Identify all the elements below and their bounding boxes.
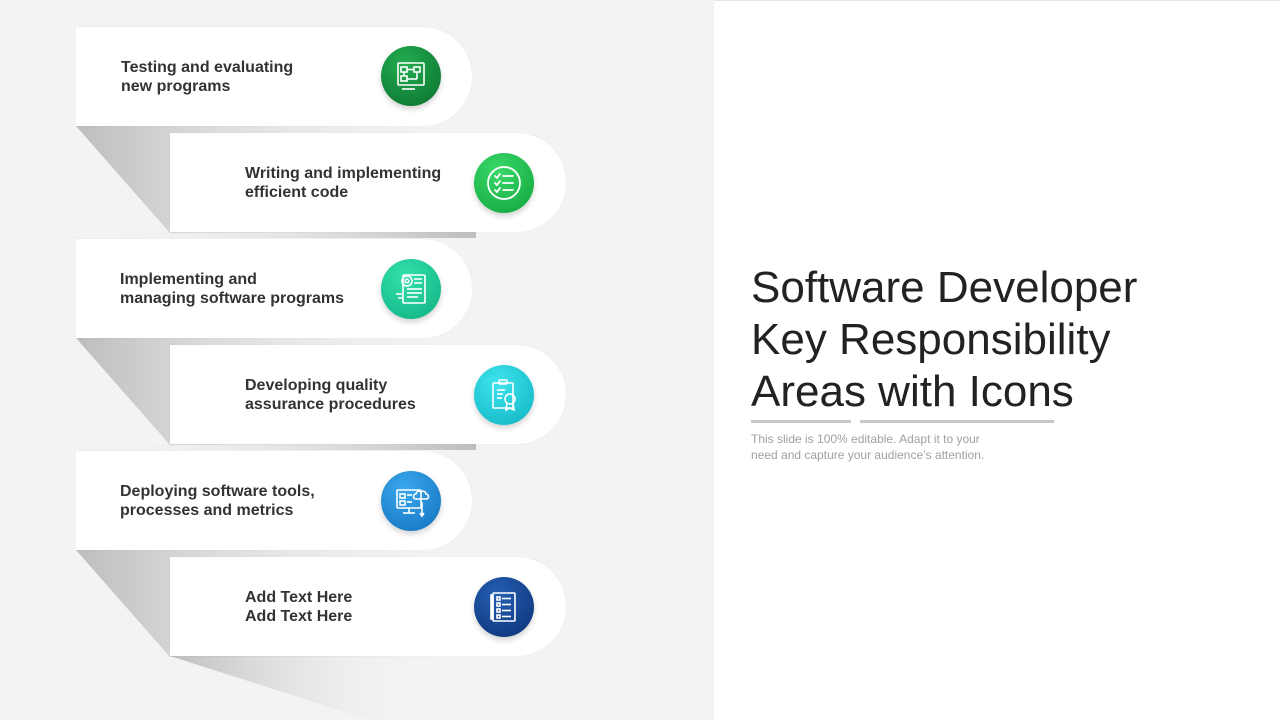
monitor-cloud-icon <box>381 471 441 531</box>
card-text-line2: managing software programs <box>120 290 345 307</box>
quality-badge-icon <box>474 365 534 425</box>
responsibility-card: Add Text Here Add Text Here <box>170 557 566 656</box>
responsibility-card: Writing and implementing efficient code <box>170 133 566 232</box>
card-text-line2: efficient code <box>245 184 349 201</box>
page-title: Software Developer Key Responsibility Ar… <box>751 262 1231 418</box>
responsibility-card: Testing and evaluating new programs <box>76 27 472 126</box>
checklist-icon <box>474 153 534 213</box>
responsibility-card: Developing quality assurance procedures <box>170 345 566 444</box>
flowchart-icon <box>381 46 441 106</box>
responsibility-card: Deploying software tools, processes and … <box>76 451 472 550</box>
card-text-line2: new programs <box>121 78 231 95</box>
card-text-line1: Developing quality <box>245 377 388 394</box>
card-text: Deploying software tools, processes and … <box>120 482 315 520</box>
card-text-line1: Implementing and <box>120 271 257 288</box>
subtitle: This slide is 100% editable. Adapt it to… <box>751 431 1051 463</box>
card-text-line2: Add Text Here <box>245 608 353 625</box>
title-underline <box>751 420 851 423</box>
card-text-line2: assurance procedures <box>245 396 416 413</box>
card-text-line1: Deploying software tools, <box>120 483 315 500</box>
card-text-line1: Testing and evaluating <box>121 59 294 76</box>
subtitle-line1: This slide is 100% editable. Adapt it to… <box>751 432 980 446</box>
card-text: Testing and evaluating new programs <box>121 58 293 96</box>
top-divider <box>714 0 1280 1</box>
subtitle-line2: need and capture your audience’s attenti… <box>751 448 985 462</box>
card-text-line2: processes and metrics <box>120 502 294 519</box>
card-text-line1: Add Text Here <box>245 589 353 606</box>
title-line1: Software Developer <box>751 263 1138 312</box>
title-underline <box>860 420 1054 423</box>
card-text: Implementing and managing software progr… <box>120 270 344 308</box>
title-line3: Areas with Icons <box>751 367 1074 416</box>
card-text-line1: Writing and implementing <box>245 165 442 182</box>
card-text: Writing and implementing efficient code <box>245 164 441 202</box>
gear-document-icon <box>381 259 441 319</box>
document-list-icon <box>474 577 534 637</box>
title-line2: Key Responsibility <box>751 315 1111 364</box>
card-text: Developing quality assurance procedures <box>245 376 416 414</box>
responsibility-card: Implementing and managing software progr… <box>76 239 472 338</box>
card-text: Add Text Here Add Text Here <box>245 588 352 626</box>
